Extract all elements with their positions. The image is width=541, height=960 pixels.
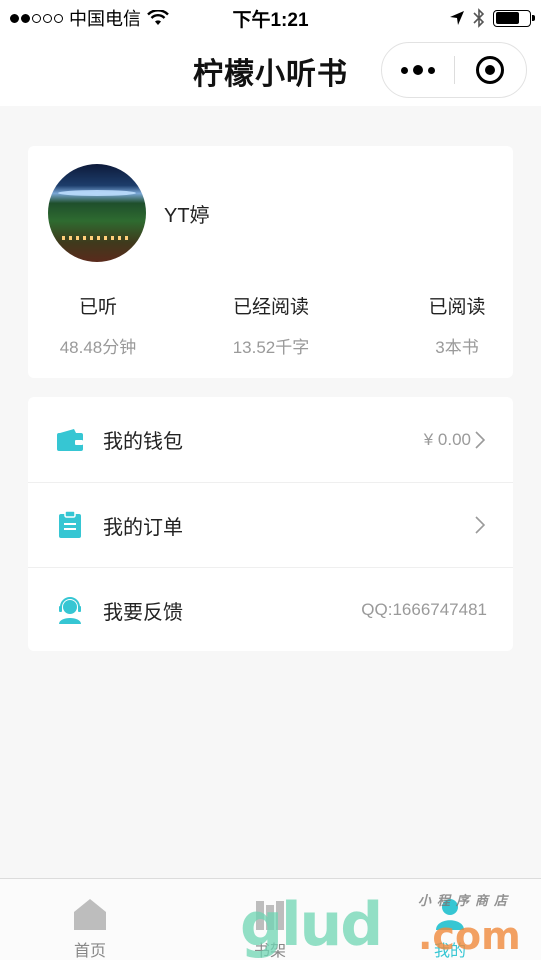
carrier-label: 中国电信 (69, 9, 141, 29)
home-icon (71, 895, 109, 931)
headset-user-icon (56, 596, 84, 624)
bookshelf-icon (251, 895, 289, 931)
menu-item-orders[interactable]: 我的订单 (28, 482, 513, 567)
user-icon (431, 895, 469, 931)
profile-card: YT婷 已听 48.48分钟 已经阅读 13.52千字 已阅读 3本书 (28, 146, 513, 378)
chevron-right-icon (475, 430, 487, 449)
status-time: 下午1:21 (232, 9, 309, 31)
tab-label: 首页 (73, 943, 106, 960)
menu-item-label: 我的订单 (103, 516, 183, 539)
location-arrow-icon (450, 11, 464, 25)
nav-bar: 柠檬小听书 (0, 36, 541, 106)
stat-label: 已经阅读 (232, 297, 309, 318)
stat-label: 已听 (78, 297, 117, 318)
stat-books-read: 已阅读 3本书 (401, 292, 513, 358)
menu-item-label: 我的钱包 (103, 431, 183, 453)
status-bar: 中国电信 下午1:21 (0, 0, 541, 36)
stat-label: 已阅读 (428, 297, 486, 318)
stat-value: 13.52千字 (232, 338, 310, 357)
reading-stats: 已听 48.48分钟 已经阅读 13.52千字 已阅读 3本书 (28, 292, 513, 362)
menu-item-feedback[interactable]: 我要反馈 QQ:1666747481 (28, 567, 513, 652)
stat-value: 3本书 (435, 338, 479, 357)
bluetooth-icon (473, 8, 485, 28)
status-right (449, 8, 535, 28)
wifi-icon (147, 10, 169, 25)
chevron-right-icon (475, 516, 487, 534)
close-miniprogram-button[interactable] (455, 56, 527, 84)
miniprogram-capsule (381, 42, 527, 98)
wallet-balance: ¥ 0.00 (423, 429, 471, 449)
tab-label: 书架 (253, 943, 286, 960)
menu-item-wallet[interactable]: 我的钱包 ¥ 0.00 (28, 397, 513, 482)
stat-listened: 已听 48.48分钟 (38, 292, 158, 358)
stat-value: 48.48分钟 (59, 338, 137, 357)
tab-bar: 首页 书架 我的 (0, 878, 541, 960)
feedback-qq: QQ:1666747481 (361, 600, 487, 619)
signal-strength-icon (10, 13, 63, 23)
username: YT婷 (164, 205, 210, 227)
wallet-icon (56, 426, 84, 454)
tab-bookshelf[interactable]: 书架 (180, 879, 360, 960)
menu-item-label: 我要反馈 (103, 601, 183, 624)
more-options-button[interactable] (382, 65, 454, 75)
tab-mine[interactable]: 我的 (360, 879, 540, 960)
status-left: 中国电信 (10, 5, 169, 31)
avatar[interactable] (48, 164, 146, 262)
stat-words-read: 已经阅读 13.52千字 (211, 292, 331, 358)
clipboard-icon (56, 511, 84, 539)
menu-list: 我的钱包 ¥ 0.00 我的订单 我要反馈 QQ:1666747481 (28, 397, 513, 651)
tab-home[interactable]: 首页 (0, 879, 180, 960)
battery-icon (493, 9, 535, 27)
target-circle-icon (476, 56, 505, 84)
tab-label: 我的 (433, 943, 466, 960)
page-title: 柠檬小听书 (193, 58, 348, 91)
